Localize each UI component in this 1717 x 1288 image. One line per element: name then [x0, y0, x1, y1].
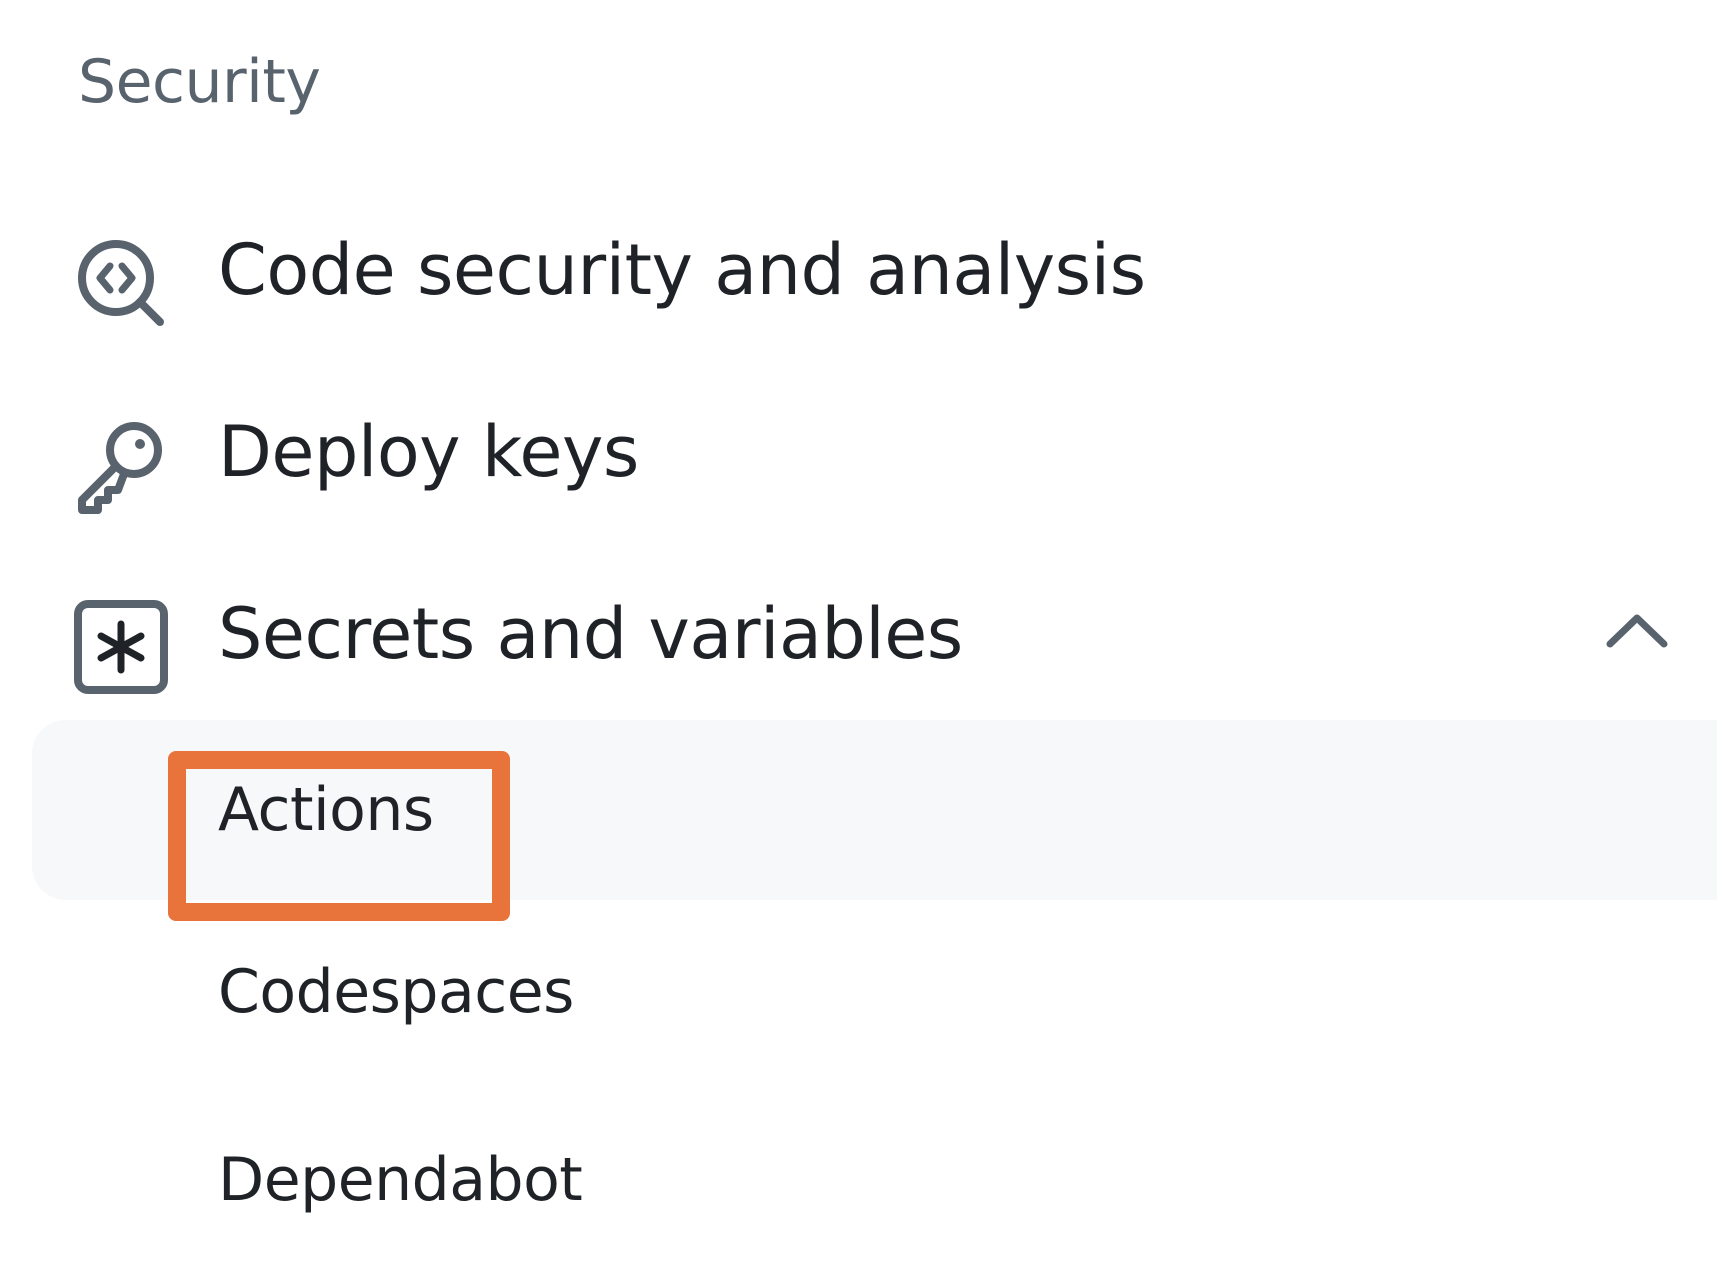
sidebar-subitem-dependabot[interactable]: Dependabot: [32, 1110, 1717, 1250]
sidebar-item-code-security-and-analysis[interactable]: Code security and analysis: [0, 210, 1717, 330]
sidebar-item-deploy-keys[interactable]: Deploy keys: [0, 392, 1717, 514]
codescan-icon: [72, 234, 172, 334]
section-heading: Security: [78, 47, 321, 117]
sidebar-item-label: Secrets and variables: [218, 593, 963, 675]
sidebar-item-label: Code security and analysis: [218, 229, 1146, 311]
key-icon: [72, 416, 172, 516]
sidebar-subitem-label: Codespaces: [218, 957, 574, 1027]
sidebar-item-secrets-and-variables[interactable]: Secrets and variables: [0, 574, 1717, 694]
sidebar-subitem-label: Actions: [218, 775, 434, 845]
sidebar-subitem-label: Dependabot: [218, 1145, 583, 1215]
chevron-up-icon[interactable]: [1602, 596, 1672, 666]
key-asterisk-icon: [72, 598, 172, 698]
sidebar-subitem-codespaces[interactable]: Codespaces: [32, 922, 1717, 1062]
sidebar-item-label: Deploy keys: [218, 411, 639, 493]
sidebar-subitem-actions[interactable]: Actions: [32, 720, 1717, 900]
